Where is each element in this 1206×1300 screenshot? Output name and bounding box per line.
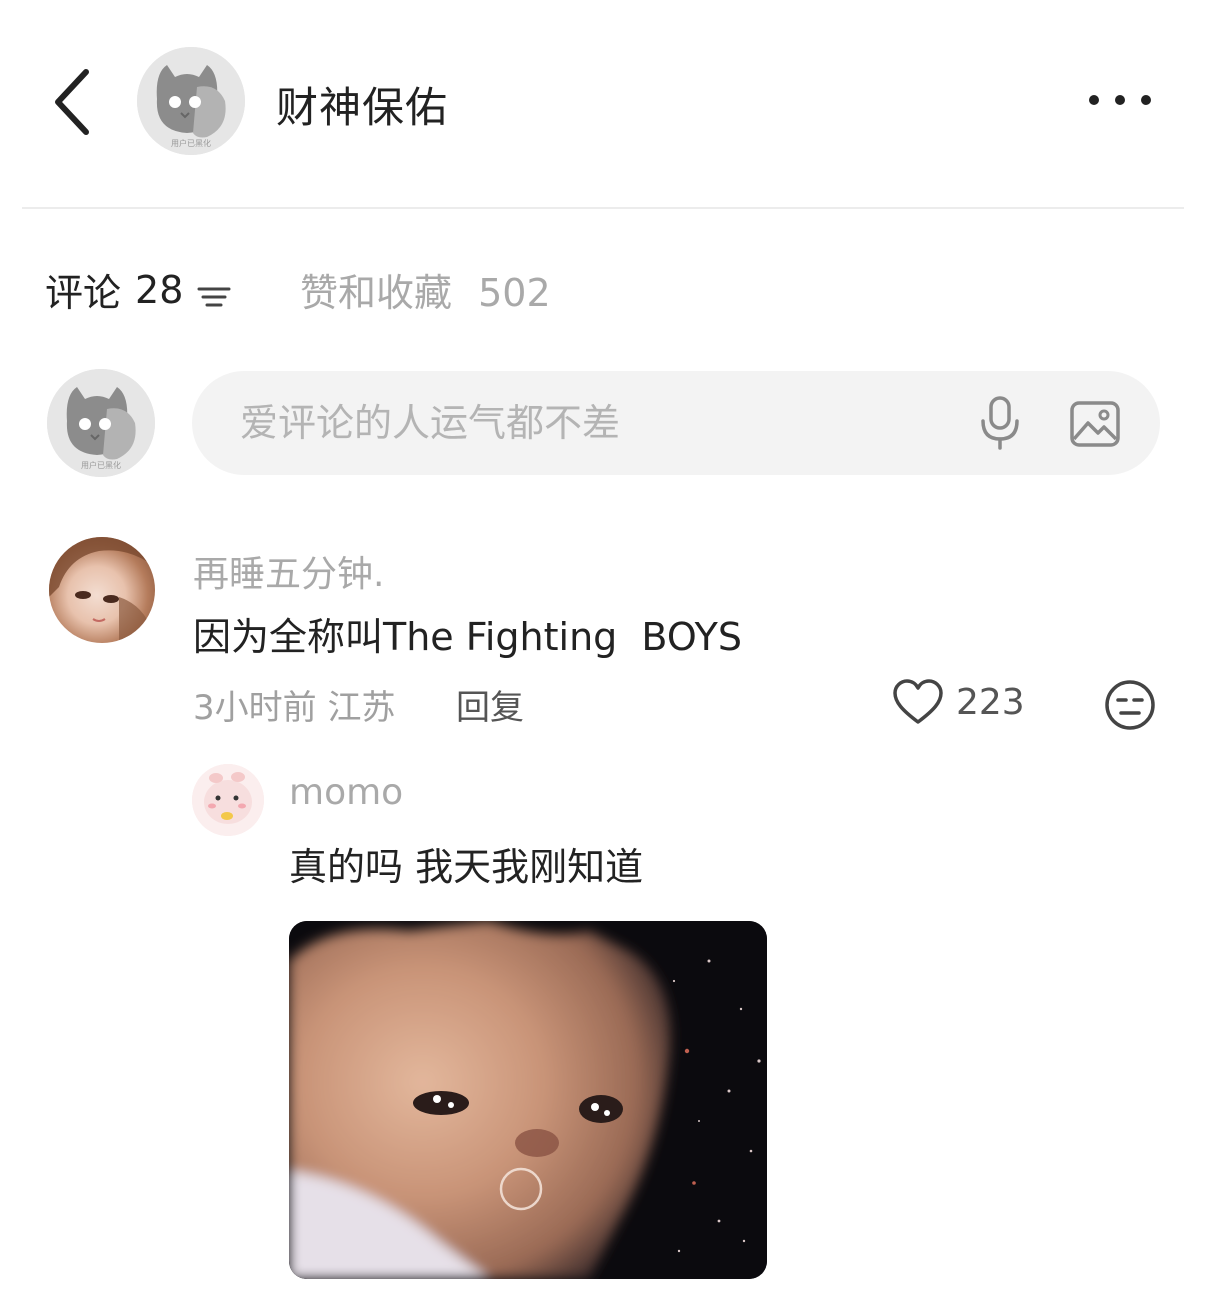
reply-button[interactable]: 回复 xyxy=(456,680,524,729)
comment-input[interactable] xyxy=(240,389,940,457)
replier-avatar[interactable] xyxy=(192,764,264,836)
reply-text: 真的吗 我天我刚知道 xyxy=(289,845,644,889)
avatar-photo xyxy=(49,537,155,643)
commenter-name[interactable]: 再睡五分钟. xyxy=(193,545,384,597)
my-avatar: 用户已黑化 xyxy=(47,369,155,477)
comment-text: 因为全称叫The Fighting BOYS xyxy=(193,615,742,659)
like-button[interactable]: 223 xyxy=(892,678,1025,726)
likes-count: 502 xyxy=(478,271,551,315)
tab-likes-and-favorites[interactable]: 赞和收藏 502 xyxy=(300,262,551,317)
avatar-caption: 用户已黑化 xyxy=(81,460,121,470)
tab-comments[interactable]: 评论 28 xyxy=(45,262,231,317)
reply-image-crying-cat[interactable] xyxy=(289,921,767,1279)
dislike-button[interactable] xyxy=(1104,679,1156,731)
avatar-caption: 用户已黑化 xyxy=(171,138,211,148)
author-name[interactable]: 财神保佑 xyxy=(276,74,448,135)
author-avatar[interactable]: 用户已黑化 xyxy=(137,47,245,155)
commenter-avatar[interactable] xyxy=(49,537,155,643)
more-options-button[interactable] xyxy=(1082,84,1158,116)
chevron-left-icon xyxy=(55,69,89,135)
default-cat-avatar-icon: 用户已黑化 xyxy=(47,369,155,477)
heart-icon xyxy=(893,679,943,724)
sort-icon[interactable] xyxy=(197,276,231,306)
default-cat-avatar-icon: 用户已黑化 xyxy=(137,47,245,155)
cartoon-pig-avatar xyxy=(192,764,264,836)
header-divider xyxy=(22,207,1184,209)
microphone-icon xyxy=(981,396,1019,450)
tab-comments-label: 评论 xyxy=(45,271,122,315)
like-count: 223 xyxy=(956,681,1025,723)
comment-time-location: 3小时前 江苏 xyxy=(193,688,396,728)
image-icon xyxy=(1070,401,1120,447)
comments-count: 28 xyxy=(135,267,184,312)
crying-cat-image xyxy=(289,921,767,1279)
tab-likes-label: 赞和收藏 xyxy=(300,271,453,315)
unamused-face-icon xyxy=(1105,680,1155,730)
image-upload-button[interactable] xyxy=(1068,399,1122,449)
replier-name[interactable]: momo xyxy=(289,772,403,813)
comment-input-box[interactable] xyxy=(192,371,1160,475)
top-bar: 用户已黑化 财神保佑 xyxy=(0,0,1206,208)
more-dots-icon xyxy=(1089,95,1151,105)
voice-input-button[interactable] xyxy=(978,395,1022,451)
back-button[interactable] xyxy=(50,62,100,142)
